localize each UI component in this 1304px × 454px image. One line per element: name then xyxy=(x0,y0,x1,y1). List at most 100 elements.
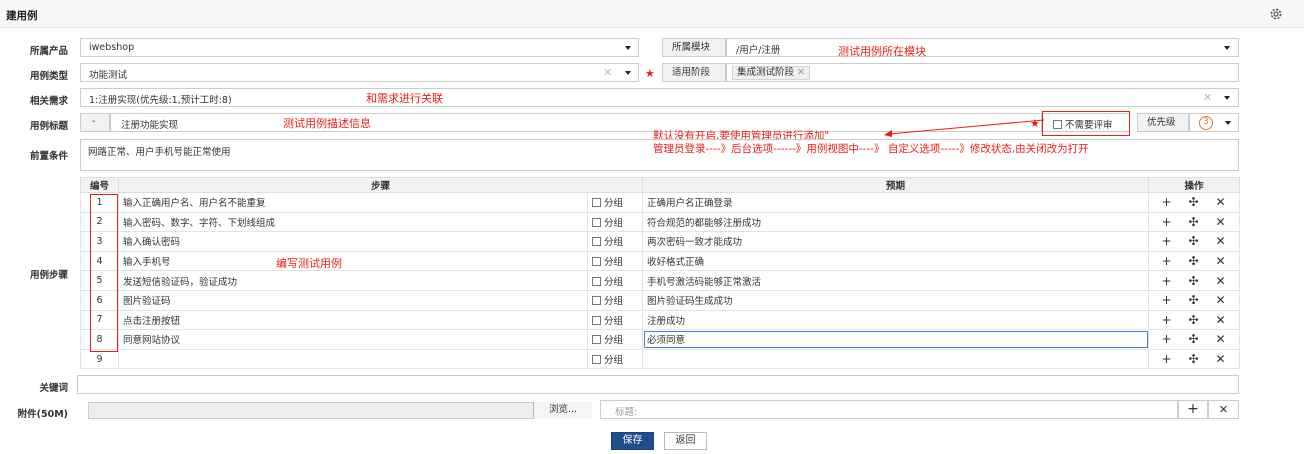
header-expect: 预期 xyxy=(642,177,1150,193)
plus-icon[interactable]: + xyxy=(1153,215,1180,229)
checkbox-icon[interactable] xyxy=(592,198,601,208)
group-label: 分组 xyxy=(604,335,624,347)
browse-button[interactable]: 浏览... xyxy=(533,402,592,419)
step-text[interactable] xyxy=(118,348,588,370)
annotation-title: 测试用例描述信息 xyxy=(283,117,371,130)
keywords-input[interactable] xyxy=(77,375,1239,394)
expect-text[interactable]: 正确用户名正确登录 xyxy=(642,192,1150,213)
file-input[interactable]: 浏览... xyxy=(88,402,592,419)
table-row: 9 分组 + ✣ ✕ xyxy=(80,348,1241,370)
precondition-textarea[interactable]: 网路正常、用户手机号能正常使用 xyxy=(80,139,1239,171)
group-option[interactable]: 分组 xyxy=(586,348,644,370)
expect-text[interactable]: 符合规范的都能够注册成功 xyxy=(642,211,1150,233)
save-button[interactable]: 保存 xyxy=(611,432,654,450)
group-option[interactable]: 分组 xyxy=(586,250,644,272)
back-button[interactable]: 返回 xyxy=(664,432,707,450)
chevron-down-icon xyxy=(1224,46,1230,50)
group-option[interactable]: 分组 xyxy=(586,270,644,291)
plus-icon[interactable]: + xyxy=(1153,254,1180,268)
stage-label: 适用阶段 xyxy=(662,63,726,82)
close-icon[interactable]: ✕ xyxy=(1207,352,1234,366)
step-text[interactable]: 输入确认密码 xyxy=(118,231,588,252)
close-icon[interactable]: ✕ xyxy=(1207,215,1234,229)
checkbox-icon[interactable] xyxy=(592,296,601,306)
gear-icon[interactable] xyxy=(1268,6,1284,22)
step-text[interactable]: 点击注册按钮 xyxy=(118,309,588,331)
close-icon[interactable]: ✕ xyxy=(1207,313,1234,327)
move-icon[interactable]: ✣ xyxy=(1180,352,1207,366)
plus-icon[interactable]: + xyxy=(1153,293,1180,307)
close-icon[interactable]: ✕ xyxy=(1207,332,1234,346)
step-text[interactable]: 发送短信验证码，验证成功 xyxy=(118,270,588,291)
group-option[interactable]: 分组 xyxy=(586,329,644,350)
type-label: 用例类型 xyxy=(29,71,68,82)
move-icon[interactable]: ✣ xyxy=(1180,215,1207,229)
files-label: 附件(50M) xyxy=(17,409,68,420)
step-text[interactable]: 输入正确用户名、用户名不能重复 xyxy=(118,192,588,213)
clear-icon[interactable]: ✕ xyxy=(603,67,612,78)
title-color-button[interactable]: - xyxy=(80,113,110,132)
close-icon[interactable]: ✕ xyxy=(1207,293,1234,307)
step-text[interactable]: 输入密码、数字、字符、下划线组成 xyxy=(118,211,588,233)
close-icon[interactable]: ✕ xyxy=(797,67,805,78)
type-select[interactable]: 功能测试 ✕ xyxy=(80,63,639,82)
group-option[interactable]: 分组 xyxy=(586,231,644,252)
close-icon[interactable]: ✕ xyxy=(1207,234,1234,248)
plus-icon[interactable]: + xyxy=(1153,332,1180,346)
clear-icon[interactable]: ✕ xyxy=(1203,92,1212,103)
move-icon[interactable]: ✣ xyxy=(1180,195,1207,209)
move-icon[interactable]: ✣ xyxy=(1180,254,1207,268)
checkbox-icon[interactable] xyxy=(592,237,601,247)
expect-text[interactable]: 注册成功 xyxy=(642,309,1150,331)
row-actions: + ✣ ✕ xyxy=(1148,348,1241,370)
checkbox-icon[interactable] xyxy=(592,355,601,365)
checkbox-icon[interactable] xyxy=(592,257,601,267)
checkbox-icon[interactable] xyxy=(592,276,601,286)
step-text[interactable]: 同意网站协议 xyxy=(118,329,588,350)
plus-icon[interactable]: + xyxy=(1153,234,1180,248)
move-icon[interactable]: ✣ xyxy=(1180,332,1207,346)
product-select[interactable]: iwebshop xyxy=(80,38,639,57)
group-option[interactable]: 分组 xyxy=(586,192,644,213)
move-icon[interactable]: ✣ xyxy=(1180,293,1207,307)
move-icon[interactable]: ✣ xyxy=(1180,274,1207,288)
move-icon[interactable]: ✣ xyxy=(1180,313,1207,327)
step-text[interactable]: 输入手机号 xyxy=(118,250,588,272)
checkbox-icon[interactable] xyxy=(592,335,601,345)
expect-text[interactable]: 两次密码一致才能成功 xyxy=(642,231,1150,252)
story-select[interactable]: 1:注册实现(优先级:1,预计工时:8) ✕ xyxy=(80,88,1239,107)
close-icon[interactable]: ✕ xyxy=(1207,274,1234,288)
plus-icon[interactable]: + xyxy=(1178,400,1208,419)
group-option[interactable]: 分组 xyxy=(586,289,644,311)
plus-icon[interactable]: + xyxy=(1153,313,1180,327)
file-title-input[interactable]: 标题: xyxy=(600,400,1178,419)
close-icon[interactable]: ✕ xyxy=(1207,195,1234,209)
expect-text[interactable]: 必须同意 xyxy=(642,329,1150,350)
group-option[interactable]: 分组 xyxy=(586,309,644,331)
expect-text[interactable]: 手机号激活码能够正常激活 xyxy=(642,270,1150,291)
priority-badge: 3 xyxy=(1199,116,1213,130)
move-icon[interactable]: ✣ xyxy=(1180,234,1207,248)
group-option[interactable]: 分组 xyxy=(586,211,644,233)
close-icon[interactable]: ✕ xyxy=(1208,400,1239,419)
steps-table: 编号 步骤 预期 操作 1 输入正确用户名、用户名不能重复 分组 正确用户名正确… xyxy=(80,177,1241,370)
annotation-module: 测试用例所在模块 xyxy=(838,45,926,58)
expect-text[interactable] xyxy=(642,348,1150,370)
priority-label: 优先级 xyxy=(1137,113,1189,132)
step-text[interactable]: 图片验证码 xyxy=(118,289,588,311)
plus-icon[interactable]: + xyxy=(1153,274,1180,288)
plus-icon[interactable]: + xyxy=(1153,195,1180,209)
row-actions: + ✣ ✕ xyxy=(1148,231,1241,252)
expect-text[interactable]: 收好格式正确 xyxy=(642,250,1150,272)
close-icon[interactable]: ✕ xyxy=(1207,254,1234,268)
checkbox-icon[interactable] xyxy=(592,315,601,325)
row-actions: + ✣ ✕ xyxy=(1148,211,1241,233)
precondition-value: 网路正常、用户手机号能正常使用 xyxy=(88,147,231,158)
module-select[interactable]: /用户/注册 xyxy=(726,38,1239,57)
expect-text[interactable]: 图片验证码生成成功 xyxy=(642,289,1150,311)
plus-icon[interactable]: + xyxy=(1153,352,1180,366)
step-num: 9 xyxy=(80,348,119,370)
checkbox-icon[interactable] xyxy=(592,217,601,227)
priority-select[interactable]: 3 xyxy=(1189,113,1239,132)
stage-select[interactable]: 集成测试阶段 ✕ xyxy=(726,63,1239,82)
